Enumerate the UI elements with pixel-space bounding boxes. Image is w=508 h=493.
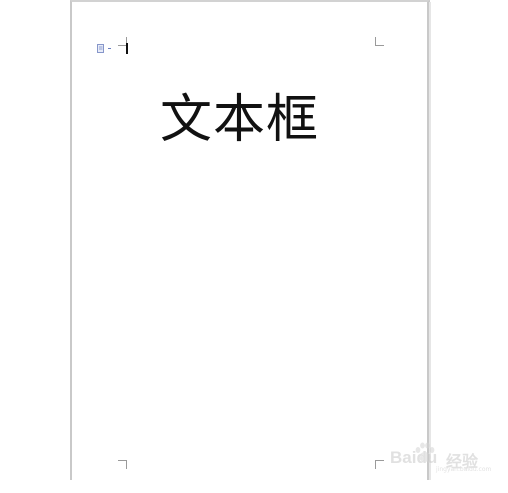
anchor-icon[interactable]: [96, 44, 106, 54]
text-cursor: [126, 43, 128, 54]
document-page[interactable]: [70, 0, 430, 480]
page-shadow: [429, 2, 431, 480]
margin-corner-bottom-right: [375, 460, 384, 469]
watermark-sub: jingyan.baidu.com: [436, 466, 492, 473]
margin-corner-top-right: [375, 37, 384, 46]
baidu-jingyan-watermark: Baidu 经验 jingyan.baidu.com: [388, 440, 492, 476]
text-box-content[interactable]: 文本框: [160, 88, 330, 152]
watermark-brand: Baidu: [390, 448, 438, 467]
document-canvas: 文本框 Baidu 经验 jingyan.baidu.com: [0, 0, 508, 493]
anchor-dot: [108, 48, 111, 49]
margin-corner-bottom-left: [118, 460, 127, 469]
